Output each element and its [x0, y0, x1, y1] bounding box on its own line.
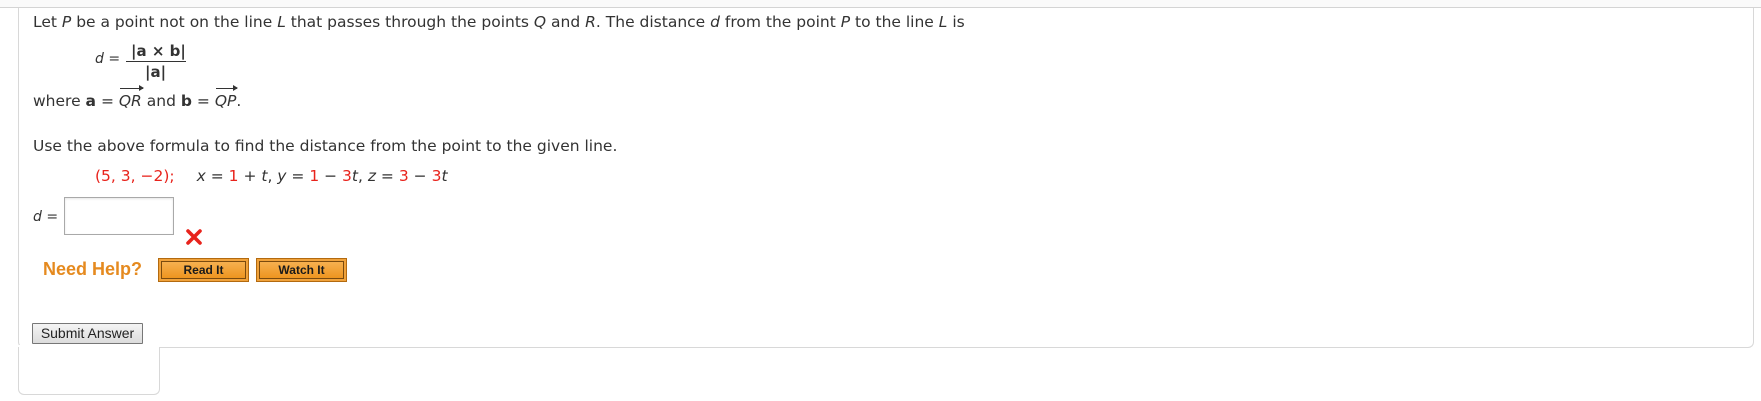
answer-input[interactable] — [64, 197, 174, 235]
read-it-label: Read It — [161, 261, 246, 279]
formula-denominator: |a| — [145, 63, 167, 81]
formula-lhs: d = — [95, 51, 121, 67]
instruction-text: Use the above formula to find the distan… — [33, 137, 618, 155]
intro-text: Let P be a point not on the line L that … — [33, 13, 965, 31]
watch-it-button[interactable]: Watch It — [256, 258, 347, 282]
vector-QR: QR — [118, 85, 144, 110]
top-divider — [0, 0, 1761, 8]
given-point: (5, 3, −2); — [95, 167, 175, 185]
formula-numerator: |a × b| — [131, 42, 186, 60]
incorrect-x-icon — [186, 229, 202, 245]
submit-tab — [18, 347, 160, 395]
answer-label: d = — [33, 209, 59, 225]
vector-QP: QP — [214, 85, 238, 110]
where-text: where a = QR and b = QP. — [33, 85, 242, 110]
watch-it-label: Watch It — [259, 261, 344, 279]
problem-statement: (5, 3, −2); x = 1 + t, y = 1 − 3t, z = 3 … — [95, 167, 448, 185]
read-it-button[interactable]: Read It — [158, 258, 249, 282]
need-help-label: Need Help? — [43, 259, 143, 279]
submit-answer-button[interactable]: Submit Answer — [32, 323, 143, 344]
